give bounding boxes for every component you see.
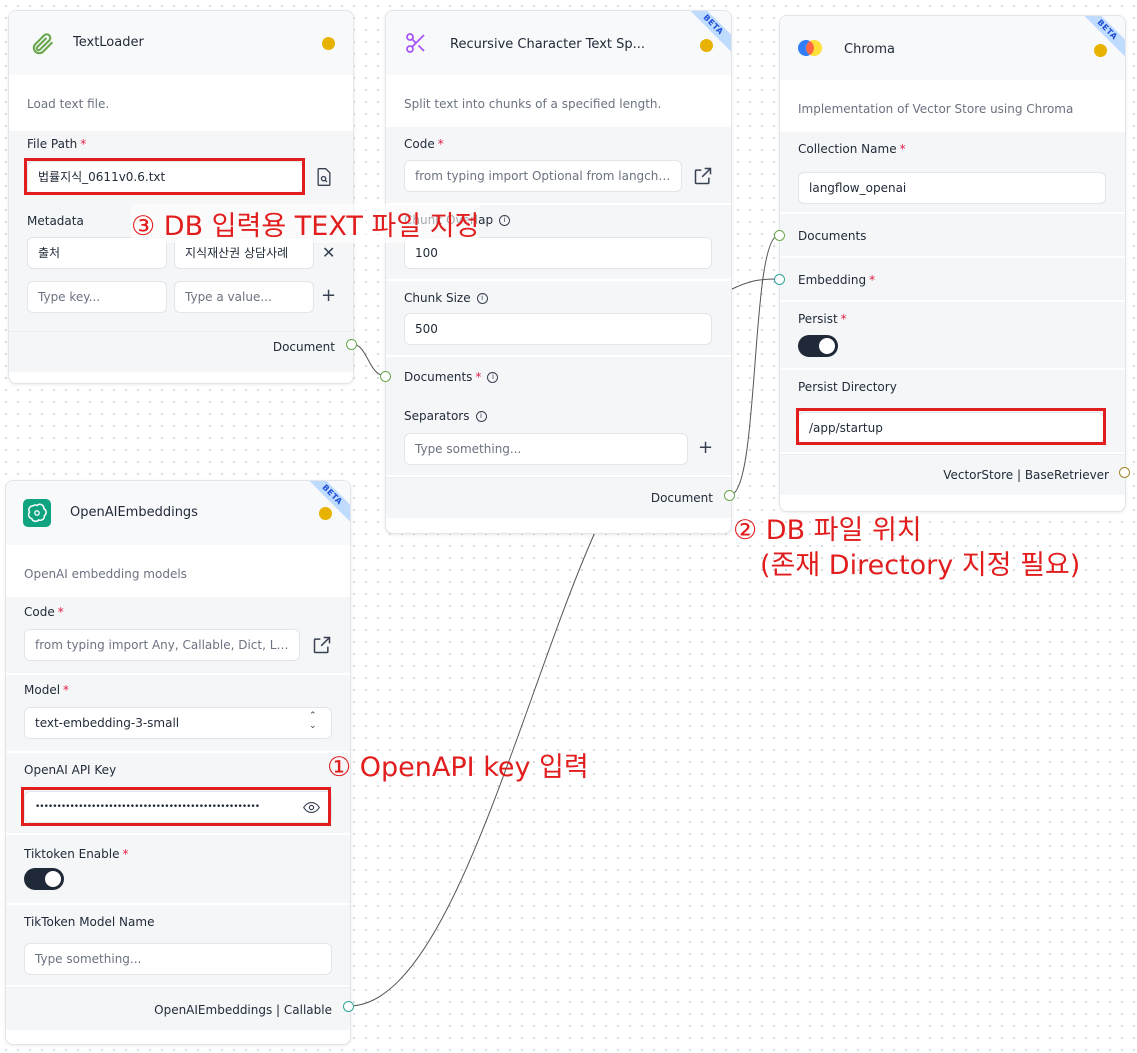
textloader-output-handle[interactable] — [346, 339, 357, 350]
model-label: Model * — [24, 683, 70, 697]
tiktoken-toggle[interactable] — [24, 868, 64, 890]
textloader-header[interactable]: TextLoader — [9, 11, 353, 75]
node-description: Load text file. — [27, 97, 110, 111]
textloader-node[interactable]: TextLoader Load text file. File Path * 법률… — [8, 10, 354, 384]
embedding-input-label: Embedding * — [798, 273, 876, 287]
api-key-label: OpenAI API Key — [24, 763, 117, 777]
add-icon[interactable]: + — [698, 437, 713, 458]
annotation-text-file: ③ DB 입력용 TEXT 파일 지정 — [131, 204, 480, 243]
persist-toggle[interactable] — [798, 335, 838, 357]
documents-input-label: Documents * i — [404, 370, 499, 384]
highlight-file-path — [24, 158, 305, 195]
tiktoken-model-input[interactable]: Type something... — [24, 943, 332, 975]
code-input[interactable]: from typing import Any, Callable, Dict, … — [24, 629, 300, 661]
remove-icon[interactable]: ✕ — [322, 243, 335, 262]
output-label: Document — [650, 491, 713, 505]
node-description: Split text into chunks of a specified le… — [404, 97, 662, 111]
node-title: OpenAIEmbeddings — [70, 505, 198, 520]
collection-name-input[interactable]: langflow_openai — [798, 172, 1106, 204]
node-title: TextLoader — [73, 35, 144, 50]
splitter-output-handle[interactable] — [724, 490, 735, 501]
edge-openai-to-chroma-end — [729, 278, 780, 291]
code-input[interactable]: from typing import Optional from langcha… — [404, 160, 682, 192]
splitter-header[interactable]: Recursive Character Text Sp... BETA — [386, 11, 731, 75]
external-link-icon[interactable] — [693, 166, 713, 186]
highlight-persist-directory — [796, 408, 1106, 445]
openai-header[interactable]: OpenAIEmbeddings BETA — [6, 481, 350, 545]
model-select[interactable]: text-embedding-3-small — [24, 707, 332, 739]
code-label: Code * — [24, 605, 64, 619]
code-label: Code * — [404, 137, 444, 151]
chroma-output-handle[interactable] — [1119, 467, 1130, 478]
file-path-label: File Path * — [27, 137, 87, 151]
status-indicator — [700, 39, 713, 52]
collection-name-label: Collection Name * — [798, 142, 906, 156]
status-indicator — [319, 507, 332, 520]
external-link-icon[interactable] — [312, 635, 332, 655]
node-description: Implementation of Vector Store using Chr… — [798, 102, 1074, 116]
node-description: OpenAI embedding models — [24, 567, 187, 581]
output-label: VectorStore | BaseRetriever — [943, 468, 1109, 482]
splitter-documents-handle[interactable] — [380, 371, 391, 382]
metadata-label: Metadata — [27, 214, 84, 228]
output-label: OpenAIEmbeddings | Callable — [154, 1003, 332, 1017]
paperclip-icon — [32, 33, 53, 55]
persist-directory-label: Persist Directory — [798, 380, 897, 394]
node-title: Chroma — [844, 42, 895, 57]
annotation-db-location: ② DB 파일 위치 — [733, 515, 922, 546]
status-indicator — [1094, 44, 1107, 57]
add-icon[interactable]: + — [321, 285, 336, 306]
persist-label: Persist * — [798, 312, 847, 326]
file-search-icon[interactable] — [314, 167, 334, 187]
openai-output-handle[interactable] — [343, 1001, 354, 1012]
annotation-db-location-note: (존재 Directory 지정 필요) — [760, 550, 1081, 581]
separators-input[interactable]: Type something... — [404, 433, 688, 465]
status-indicator — [322, 37, 335, 50]
node-title: Recursive Character Text Sp... — [450, 37, 646, 52]
chunk-size-input[interactable]: 500 — [404, 313, 712, 345]
new-key-input[interactable]: Type key... — [27, 281, 167, 313]
chroma-documents-handle[interactable] — [774, 230, 785, 241]
openai-embeddings-node[interactable]: OpenAIEmbeddings BETA OpenAI embedding m… — [5, 480, 351, 1045]
separators-label: Separators i — [404, 409, 487, 423]
highlight-api-key — [21, 787, 331, 826]
edge-splitter-to-chroma — [729, 234, 780, 496]
tiktoken-model-label: TikToken Model Name — [24, 915, 155, 929]
chroma-logo-icon — [798, 40, 822, 56]
chroma-header[interactable]: Chroma BETA — [780, 16, 1125, 80]
scissors-icon — [406, 33, 425, 53]
beta-badge: BETA — [299, 481, 350, 528]
edge-textloader-to-splitter — [351, 343, 387, 377]
chevron-updown-icon: ⌃ ⌄ — [309, 711, 317, 731]
openai-logo-icon — [23, 499, 51, 527]
annotation-api-key: ① OpenAPI key 입력 — [327, 752, 589, 783]
tiktoken-enable-label: Tiktoken Enable * — [24, 847, 129, 861]
chroma-embedding-handle[interactable] — [774, 274, 785, 285]
chunk-size-label: Chunk Size i — [404, 291, 488, 305]
new-value-input[interactable]: Type a value... — [174, 281, 314, 313]
splitter-node[interactable]: Recursive Character Text Sp... BETA Spli… — [385, 10, 732, 534]
documents-input-label: Documents — [798, 229, 867, 243]
output-label: Document — [272, 340, 335, 354]
